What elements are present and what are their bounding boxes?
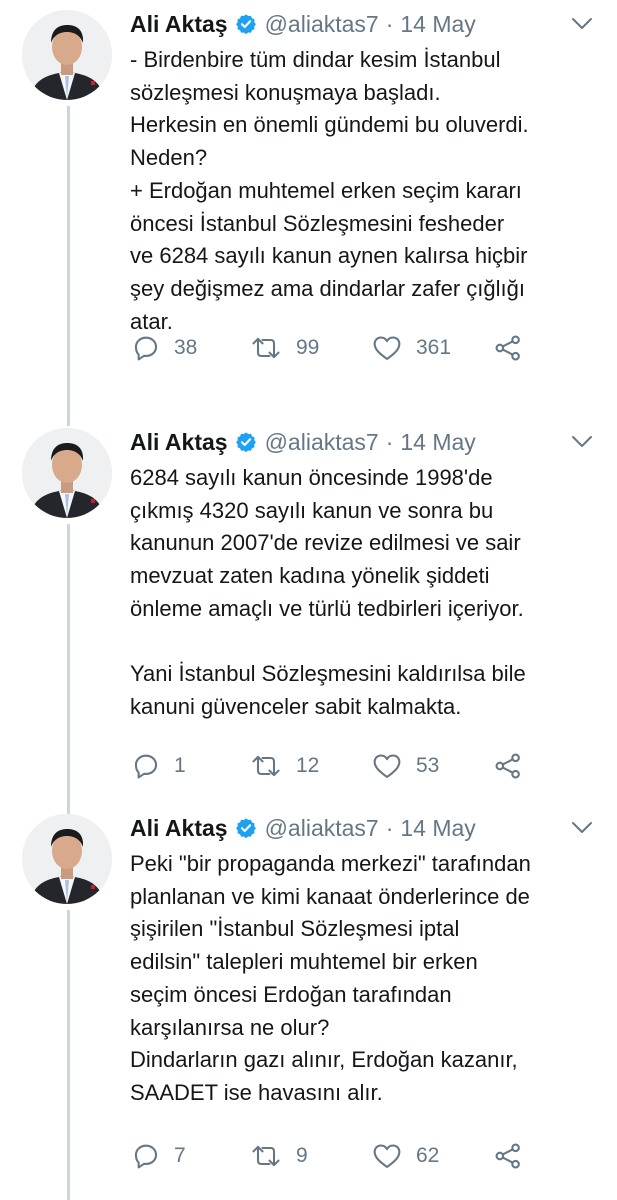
- reply-button[interactable]: 1: [132, 750, 186, 782]
- reply-icon: [134, 336, 158, 361]
- tweet-text-line: - Birdenbire tüm dindar kesim İstanbul: [130, 47, 501, 72]
- tweet-date[interactable]: 14 May: [400, 11, 475, 38]
- verified-badge-icon: [235, 818, 256, 839]
- tweet-text-line: edilsin" talepleri muhtemel bir erken: [130, 949, 478, 975]
- heart-icon: [373, 754, 401, 778]
- like-count: 361: [416, 336, 452, 359]
- tweet-text-line: karşılanırsa ne olur?: [130, 1014, 330, 1040]
- share-button[interactable]: [494, 332, 522, 364]
- reply-count: 1: [174, 754, 186, 777]
- reply-icon: [134, 1144, 158, 1169]
- author-handle[interactable]: @aliaktas7: [265, 429, 379, 456]
- author-name[interactable]: Ali Aktaş: [130, 429, 228, 456]
- like-count: 62: [416, 1144, 440, 1167]
- retweet-count: 99: [296, 336, 320, 359]
- tweet-text-line: öncesi İstanbul Sözleşmesini fesheder: [130, 210, 505, 236]
- separator-dot: ·: [385, 814, 394, 841]
- share-button[interactable]: [494, 1140, 522, 1172]
- paragraph-break: [130, 626, 600, 659]
- retweet-button[interactable]: 99: [250, 332, 319, 364]
- tweet-text-line: planlanan ve kimi kanaat önderlerince de: [130, 883, 530, 909]
- author-handle[interactable]: @aliaktas7: [265, 11, 379, 38]
- avatar-image: [22, 10, 112, 100]
- tweet[interactable]: Ali Aktaş @aliaktas7 · 14 May 6284 sayıl…: [0, 424, 617, 804]
- avatar[interactable]: [22, 814, 112, 904]
- separator-dot: ·: [385, 428, 394, 455]
- retweet-icon: [252, 337, 280, 359]
- tweet-text-line: şey değişmez ama dindarlar zafer çığlığı: [130, 275, 525, 301]
- tweet-actions: 1 12 53: [132, 750, 532, 782]
- avatar[interactable]: [22, 10, 112, 100]
- tweet-text-line: kanunun 2007'de revize edilmesi ve sair: [130, 530, 521, 556]
- tweet-text-line: Neden?: [130, 145, 208, 171]
- tweet-text-line: Peki "bir propaganda merkezi" tarafından: [130, 851, 531, 876]
- tweet-text-line: Yani İstanbul Sözleşmesini kaldırılsa bi…: [130, 661, 526, 687]
- tweet-text-line: ve 6284 sayılı kanun aynen kalırsa hiçbi…: [130, 243, 528, 269]
- tweet-text-line: önleme amaçlı ve türlü tedbirleri içeriy…: [130, 595, 524, 621]
- share-icon: [495, 753, 520, 779]
- like-count: 53: [416, 754, 440, 777]
- reply-icon: [134, 754, 158, 779]
- tweet-text-line: Dindarların gazı alınır, Erdoğan kazanır…: [130, 1047, 518, 1073]
- tweet-actions: 38 99 361: [132, 332, 532, 364]
- like-button[interactable]: 53: [372, 750, 439, 782]
- tweet-text: Peki "bir propaganda merkezi" tarafından…: [130, 848, 600, 1110]
- chevron-down-icon[interactable]: [571, 434, 593, 450]
- heart-icon: [373, 1144, 401, 1168]
- tweet-text-line: çıkmış 4320 sayılı kanun ve sonra bu: [130, 497, 494, 523]
- tweet-date[interactable]: 14 May: [400, 815, 475, 842]
- like-button[interactable]: 361: [372, 332, 451, 364]
- tweet-text-line: SAADET ise havasını alır.: [130, 1079, 383, 1105]
- retweet-icon: [252, 1145, 280, 1167]
- tweet-text-line: seçim öncesi Erdoğan tarafından: [130, 981, 452, 1007]
- share-icon: [495, 335, 520, 361]
- author-name[interactable]: Ali Aktaş: [130, 11, 228, 38]
- separator-dot: ·: [385, 10, 394, 37]
- chevron-down-icon[interactable]: [571, 16, 593, 32]
- tweet-header: Ali Aktaş @aliaktas7 · 14 May: [130, 810, 476, 846]
- heart-icon: [373, 336, 401, 360]
- avatar-image: [22, 428, 112, 518]
- verified-badge-icon: [235, 432, 256, 453]
- tweet-header: Ali Aktaş @aliaktas7 · 14 May: [130, 6, 476, 42]
- avatar[interactable]: [22, 428, 112, 518]
- share-icon: [495, 1143, 520, 1169]
- tweet-actions: 7 9 62: [132, 1140, 532, 1172]
- tweet-text-line: Herkesin en önemli gündemi bu oluverdi.: [130, 112, 529, 138]
- reply-count: 7: [174, 1144, 186, 1167]
- tweet-text-line: sözleşmesi konuşmaya başladı.: [130, 79, 441, 105]
- retweet-icon: [252, 755, 280, 777]
- tweet-text-line: 6284 sayılı kanun öncesinde 1998'de: [130, 465, 493, 490]
- retweet-button[interactable]: 9: [250, 1140, 308, 1172]
- retweet-count: 12: [296, 754, 320, 777]
- author-name[interactable]: Ali Aktaş: [130, 815, 228, 842]
- reply-count: 38: [174, 336, 198, 359]
- avatar-image: [22, 814, 112, 904]
- tweet[interactable]: Ali Aktaş @aliaktas7 · 14 May Peki "bir …: [0, 810, 617, 1190]
- retweet-count: 9: [296, 1144, 308, 1167]
- tweet-text-line: mevzuat zaten kadına yönelik şiddeti: [130, 563, 490, 589]
- tweet[interactable]: Ali Aktaş @aliaktas7 · 14 May - Birdenbi…: [0, 6, 617, 386]
- retweet-button[interactable]: 12: [250, 750, 319, 782]
- reply-button[interactable]: 38: [132, 332, 197, 364]
- tweet-text-line: kanuni güvenceler sabit kalmakta.: [130, 693, 462, 719]
- like-button[interactable]: 62: [372, 1140, 439, 1172]
- chevron-down-icon[interactable]: [571, 820, 593, 836]
- tweet-text: - Birdenbire tüm dindar kesim İstanbul sö…: [130, 44, 600, 338]
- verified-badge-icon: [235, 14, 256, 35]
- tweet-text: 6284 sayılı kanun öncesinde 1998'de çıkmı…: [130, 462, 600, 724]
- reply-button[interactable]: 7: [132, 1140, 186, 1172]
- tweet-text-line: + Erdoğan muhtemel erken seçim kararı: [130, 177, 522, 203]
- share-button[interactable]: [494, 750, 522, 782]
- tweet-date[interactable]: 14 May: [400, 429, 475, 456]
- author-handle[interactable]: @aliaktas7: [265, 815, 379, 842]
- tweet-header: Ali Aktaş @aliaktas7 · 14 May: [130, 424, 476, 460]
- tweet-text-line: şişirilen "İstanbul Sözleşmesi iptal: [130, 916, 460, 942]
